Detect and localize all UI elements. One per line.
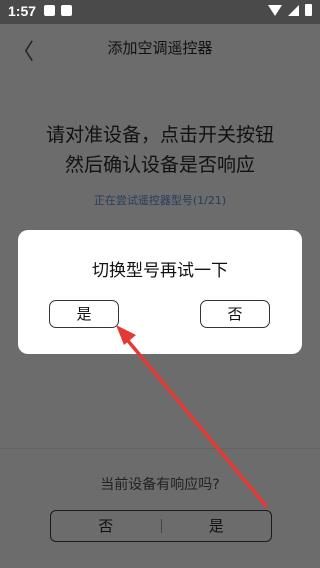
trying-model-text: 正在尝试遥控器型号(1/21) [93, 194, 227, 207]
no-response-button[interactable]: 否 [51, 511, 161, 541]
notification-image-icon [44, 5, 55, 16]
instruction-line-2: 然后确认设备是否响应 [64, 154, 255, 176]
status-icons [268, 4, 312, 16]
dialog-no-button[interactable]: 否 [200, 300, 270, 328]
dialog-title: 切换型号再试一下 [92, 261, 228, 281]
notification-app-icon [61, 5, 72, 16]
wifi-icon [268, 4, 282, 16]
switch-model-dialog: 切换型号再试一下 是 否 [18, 230, 302, 354]
yes-response-button[interactable]: 是 [162, 511, 272, 541]
response-choice-group: 否 是 [50, 510, 272, 542]
status-time: 1:57 [8, 3, 37, 19]
battery-icon [305, 4, 312, 16]
signal-icon [288, 4, 299, 16]
dialog-yes-button[interactable]: 是 [49, 300, 119, 328]
response-question: 当前设备有响应吗? [100, 477, 220, 493]
status-bar: 1:57 [0, 0, 320, 24]
instruction-line-1: 请对准设备，点击开关按钮 [45, 124, 274, 146]
header: 〈 添加空调遥控器 [0, 24, 320, 70]
divider [0, 448, 320, 449]
page-title: 添加空调遥控器 [107, 39, 213, 57]
